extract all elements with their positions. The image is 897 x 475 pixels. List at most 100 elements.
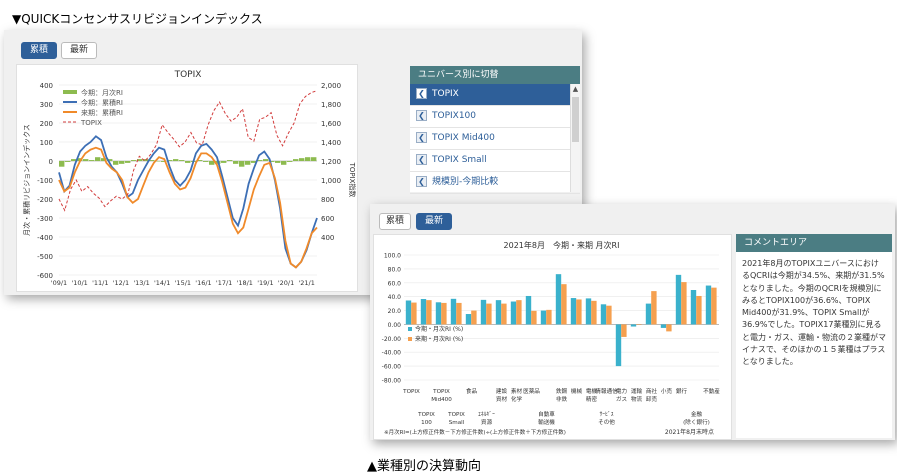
sidebar-item-label: TOPIX100 (432, 111, 477, 121)
tab-latest[interactable]: 最新 (61, 42, 97, 59)
y-tick-label: -500 (37, 253, 53, 261)
bar-chart-svg: 2021年8月 今期・来期 月次RI 100.0 80.0 60.0 40.0 20.0 0… (382, 240, 721, 436)
bar-current-15 (630, 324, 637, 327)
monthly-ri-bar (233, 161, 239, 164)
x-tick-label: 建設 (496, 387, 508, 395)
monthly-ri-bar (65, 161, 71, 162)
industry-panel: 累積 最新 2021年8月 今期・来期 月次RI 100.0 80.0 60.0 40.… (370, 204, 895, 440)
bar-current-6 (495, 300, 502, 325)
x-tick-label: (除く銀行) (683, 418, 710, 426)
sidebar-item-size-compare[interactable]: ❮ 規模別-今期比較 (410, 172, 580, 194)
monthly-ri-bar (245, 161, 251, 165)
monthly-ri-bar (227, 160, 233, 161)
monthly-ri-bar (113, 161, 119, 165)
bar-current-19 (690, 290, 697, 325)
industry-bar-chart: 2021年8月 今期・来期 月次RI 100.0 80.0 60.0 40.0 20.0 0… (373, 234, 732, 440)
bar-current-10 (555, 274, 562, 325)
x-tick-label: 資源 (481, 418, 493, 426)
y-tick-label: 20.0 (388, 308, 402, 315)
y2-tick-label: 1,800 (321, 101, 341, 109)
x-tick-label: 素材 (511, 387, 523, 395)
bar-current-3 (450, 298, 457, 325)
x-tick-label: ｴﾈﾙｷﾞｰ (478, 411, 495, 418)
y2-tick-label: 1,200 (321, 158, 341, 166)
x-tick-label: TOPIX (417, 412, 435, 418)
bar-current-7 (510, 301, 517, 325)
monthly-ri-bar (281, 161, 287, 165)
sidebar-item-topix[interactable]: ❮ TOPIX (410, 84, 580, 106)
monthly-ri-bar (293, 159, 299, 161)
x-tick-label: 精密 (586, 395, 598, 403)
x-tick-label: 不動産 (703, 387, 720, 395)
chart-title: TOPIX (174, 70, 202, 80)
legend-label: 来期・月次RI (%) (415, 335, 463, 343)
monthly-ri-bar (119, 161, 125, 164)
x-tick-label: 自動車 (538, 410, 555, 418)
legend-swatch (408, 327, 412, 331)
line-chart-svg: TOPIX4003002001000-100-200-300-400-500-6… (22, 70, 357, 299)
date-note: 2021年8月末時点 (665, 428, 714, 436)
sidebar-item-topix-mid400[interactable]: ❮ TOPIX Mid400 (410, 128, 580, 150)
x-tick-label: '09/1 (51, 279, 67, 287)
caption-bottom: ▲業種別の決算動向 (367, 459, 481, 474)
tab-latest[interactable]: 最新 (416, 213, 452, 230)
y2-tick-label: 2,000 (321, 82, 341, 90)
bar-next-12 (591, 300, 597, 325)
x-tick-label: '16/1 (195, 279, 211, 287)
x-tick-label: 100 (421, 420, 432, 426)
legend-label: 今期・月次RI (%) (415, 325, 463, 333)
sidebar-item-label: TOPIX Small (432, 155, 487, 165)
monthly-ri-bar (179, 160, 185, 161)
y-tick-label: -400 (37, 234, 53, 242)
bar-current-20 (705, 285, 712, 325)
sidebar-item-topix-small[interactable]: ❮ TOPIX Small (410, 150, 580, 172)
x-tick-label: TOPIX (432, 389, 450, 395)
legend-label: 今期：累積RI (81, 98, 123, 107)
x-tick-label: '13/1 (133, 279, 149, 287)
monthly-ri-bar (203, 161, 209, 162)
y-tick-label: -300 (37, 215, 53, 223)
sidebar-scrollbar[interactable]: ▲ (570, 84, 580, 192)
y2-tick-label: 1,400 (321, 139, 341, 147)
scrollbar-thumb[interactable] (572, 97, 579, 142)
topix-line-chart: TOPIX 400 300 200 100 0 -100 -200 -300 -400 -500 -6… (16, 64, 358, 299)
bar-current-18 (675, 274, 682, 325)
monthly-ri-bar (59, 161, 65, 167)
monthly-ri-bar (287, 161, 293, 162)
bar-next-11 (576, 299, 582, 325)
bar-current-9 (540, 310, 547, 325)
y2-tick-label: 800 (321, 196, 334, 204)
sidebar-item-label: TOPIX (432, 89, 459, 99)
bar-current-2 (435, 302, 442, 325)
sidebar-item-topix100[interactable]: ❮ TOPIX100 (410, 106, 580, 128)
x-tick-label: '17/1 (216, 279, 232, 287)
bar-current-16 (645, 303, 652, 325)
bar-next-9 (546, 309, 552, 325)
monthly-ri-bar (209, 161, 215, 165)
x-tick-label: ｻｰﾋﾞｽ (600, 411, 614, 418)
bar-next-0 (411, 302, 417, 325)
y-tick-label: 40.0 (388, 294, 402, 301)
y2-axis-label: TOPIX指数 (348, 162, 357, 198)
legend-label: TOPIX (80, 119, 102, 127)
legend-label: 今期：月次RI (81, 88, 123, 97)
chevron-left-icon: ❮ (416, 88, 427, 99)
x-tick-label: '11/1 (92, 279, 108, 287)
chevron-up-icon[interactable]: ▲ (571, 84, 580, 94)
footnote: ※月次RI=(上方修正件数－下方修正件数)÷(上方修正件数＋下方修正件数) (384, 428, 566, 436)
monthly-ri-bar (185, 161, 191, 163)
x-tick-label: '19/1 (257, 279, 273, 287)
x-tick-label: '14/1 (154, 279, 170, 287)
x-tick-label: TOPIX (402, 389, 420, 395)
bar-current-1 (420, 299, 427, 325)
bar-next-2 (441, 302, 447, 325)
tab-cumulative[interactable]: 累積 (21, 42, 57, 59)
bar-next-14 (621, 324, 627, 337)
bar-next-10 (561, 284, 567, 325)
tab-cumulative[interactable]: 累積 (379, 213, 411, 230)
bar-next-19 (696, 295, 702, 325)
x-tick-label: 銀行 (676, 387, 688, 395)
monthly-ri-bar (221, 161, 227, 163)
chart-legend: 今期：月次RI今期：累積RI来期：累積RI TOPIX (63, 88, 123, 127)
x-tick-label: 卸売 (646, 395, 658, 403)
